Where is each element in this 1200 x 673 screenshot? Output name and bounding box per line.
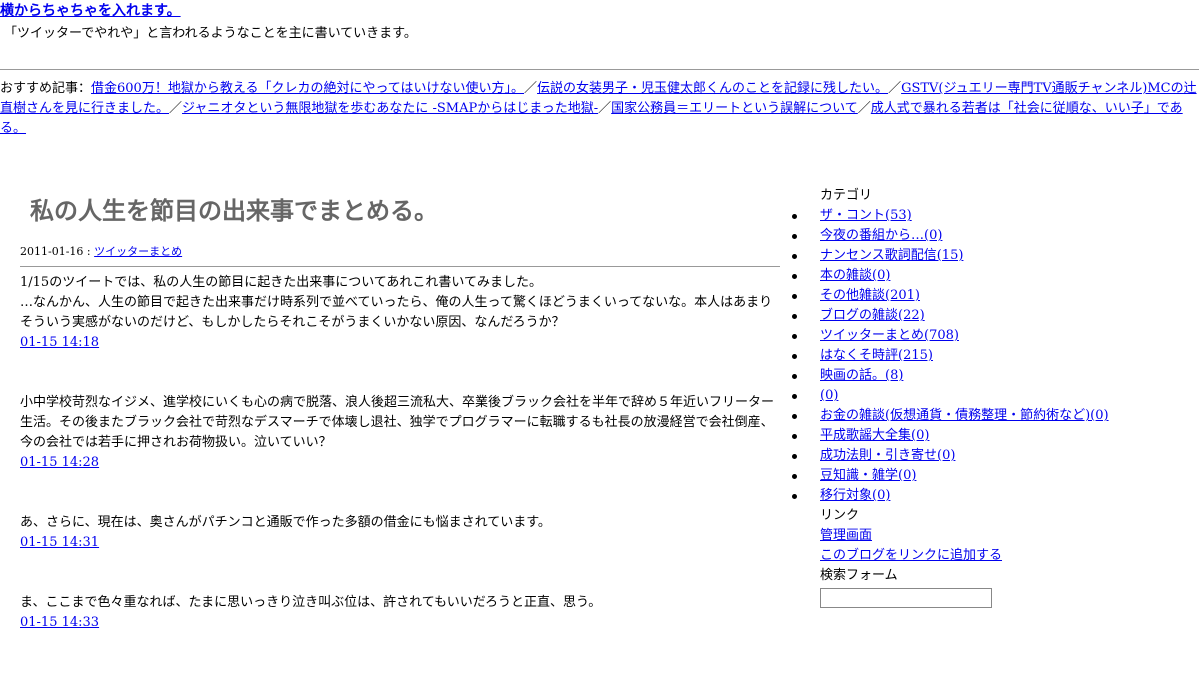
category-link[interactable]: その他雑談(201) [820, 288, 920, 303]
add-blog-link[interactable]: このブログをリンクに追加する [820, 548, 1002, 563]
tweet-text: 小中学校苛烈なイジメ、進学校にいくも心の病で脱落、浪人後超三流私大、卒業後ブラッ… [20, 395, 775, 450]
category-link[interactable]: 本の雑談(0) [820, 268, 890, 283]
tweet: 1/15のツイートでは、私の人生の節目に起きた出来事についてあれこれ書いてみまし… [20, 273, 780, 353]
recommended-articles: おすすめ記事：借金600万！地獄から教える「クレカの絶対にやってはいけない使い方… [0, 79, 1198, 139]
category-item: 平成歌謡大全集(0) [792, 426, 1200, 446]
category-item: 豆知識・雑学(0) [792, 466, 1200, 486]
tweet-time-link[interactable]: 01-15 14:18 [20, 333, 99, 353]
blog-description: 「ツイッターでやれや」と言われるようなことを主に書いていきます。 [4, 26, 417, 41]
category-link[interactable]: ツイッターまとめ(708) [820, 328, 959, 343]
search-heading: 検索フォーム [820, 568, 898, 583]
sidebar: カテゴリ ザ・コント(53) 今夜の番組から…(0) ナンセンス歌詞配信(15)… [792, 186, 1200, 608]
link-item: 管理画面 [820, 526, 1200, 546]
blog-title-link[interactable]: 横からちゃちゃを入れます。 [0, 0, 181, 20]
category-heading: カテゴリ [820, 188, 873, 203]
tweet-time-link[interactable]: 01-15 14:28 [20, 453, 99, 473]
category-item: 映画の話。(8) [792, 366, 1200, 386]
tweet-text: ま、ここまで色々重なれば、たまに思いっきり泣き叫ぶ位は、許されてもいいだろうと正… [20, 595, 602, 610]
entry-category-link[interactable]: ツイッターまとめ [94, 245, 182, 258]
category-link[interactable]: 平成歌謡大全集(0) [820, 428, 929, 443]
category-item: お金の雑談(仮想通貨・債務整理・節約術など)(0) [792, 406, 1200, 426]
recommend-separator: ／ [888, 81, 902, 96]
search-input[interactable] [820, 588, 992, 608]
tweet-time-link[interactable]: 01-15 14:31 [20, 533, 99, 553]
category-item: ブログの雑談(22) [792, 306, 1200, 326]
tweet-time-link[interactable]: 01-15 14:33 [20, 613, 99, 633]
category-link[interactable]: 移行対象(0) [820, 488, 890, 503]
recommend-link[interactable]: 国家公務員＝エリートという誤解について [611, 101, 858, 116]
recommend-separator: ／ [524, 81, 538, 96]
category-link[interactable]: お金の雑談(仮想通貨・債務整理・節約術など)(0) [820, 408, 1109, 423]
link-list: 管理画面 このブログをリンクに追加する [820, 526, 1200, 566]
recommend-link[interactable]: 借金600万！地獄から教える「クレカの絶対にやってはいけない使い方」。 [91, 81, 524, 96]
category-link[interactable]: ザ・コント(53) [820, 208, 912, 223]
category-link[interactable]: はなくそ時評(215) [820, 348, 933, 363]
header-divider [0, 69, 1199, 70]
recommend-link[interactable]: 伝説の女装男子・児玉健太郎くんのことを記録に残したい。 [537, 81, 888, 96]
category-item: ナンセンス歌詞配信(15) [792, 246, 1200, 266]
category-item: 本の雑談(0) [792, 266, 1200, 286]
category-link[interactable]: 映画の話。(8) [820, 368, 903, 383]
category-item: 移行対象(0) [792, 486, 1200, 506]
entry-title: 私の人生を節目の出来事でまとめる。 [30, 196, 438, 225]
tweet: ま、ここまで色々重なれば、たまに思いっきり泣き叫ぶ位は、許されてもいいだろうと正… [20, 593, 780, 633]
category-item: はなくそ時評(215) [792, 346, 1200, 366]
tweet-text: 1/15のツイートでは、私の人生の節目に起きた出来事についてあれこれ書いてみまし… [20, 275, 773, 330]
tweet: 小中学校苛烈なイジメ、進学校にいくも心の病で脱落、浪人後超三流私大、卒業後ブラッ… [20, 393, 780, 473]
admin-link[interactable]: 管理画面 [820, 528, 872, 543]
category-item: ザ・コント(53) [792, 206, 1200, 226]
recommend-label: おすすめ記事： [0, 81, 92, 96]
category-link[interactable]: ナンセンス歌詞配信(15) [820, 248, 963, 263]
recommend-separator: ／ [169, 101, 183, 116]
category-link[interactable]: (0) [820, 388, 838, 403]
entry-date: 2011-01-16 : [20, 245, 95, 258]
recommend-separator: ／ [598, 101, 612, 116]
category-link[interactable]: 成功法則・引き寄せ(0) [820, 448, 955, 463]
tweet-text: あ、さらに、現在は、奥さんがパチンコと通販で作った多額の借金にも悩まされています… [20, 515, 551, 530]
category-item: (0) [792, 386, 1200, 406]
category-item: 今夜の番組から…(0) [792, 226, 1200, 246]
entry-meta: 2011-01-16 : ツイッターまとめ [20, 243, 780, 259]
link-heading: リンク [820, 508, 860, 523]
category-link[interactable]: 今夜の番組から…(0) [820, 228, 942, 243]
recommend-separator: ／ [857, 101, 871, 116]
link-item: このブログをリンクに追加する [820, 546, 1200, 566]
category-link[interactable]: ブログの雑談(22) [820, 308, 925, 323]
category-list: ザ・コント(53) 今夜の番組から…(0) ナンセンス歌詞配信(15) 本の雑談… [792, 206, 1200, 506]
main-content: 私の人生を節目の出来事でまとめる。 2011-01-16 : ツイッターまとめ … [20, 180, 780, 673]
entry-divider [20, 266, 780, 267]
tweet: あ、さらに、現在は、奥さんがパチンコと通販で作った多額の借金にも悩まされています… [20, 513, 780, 553]
category-item: ツイッターまとめ(708) [792, 326, 1200, 346]
recommend-link[interactable]: ジャニオタという無限地獄を歩むあなたに -SMAPからはじまった地獄- [182, 101, 598, 116]
category-item: その他雑談(201) [792, 286, 1200, 306]
category-item: 成功法則・引き寄せ(0) [792, 446, 1200, 466]
category-link[interactable]: 豆知識・雑学(0) [820, 468, 916, 483]
